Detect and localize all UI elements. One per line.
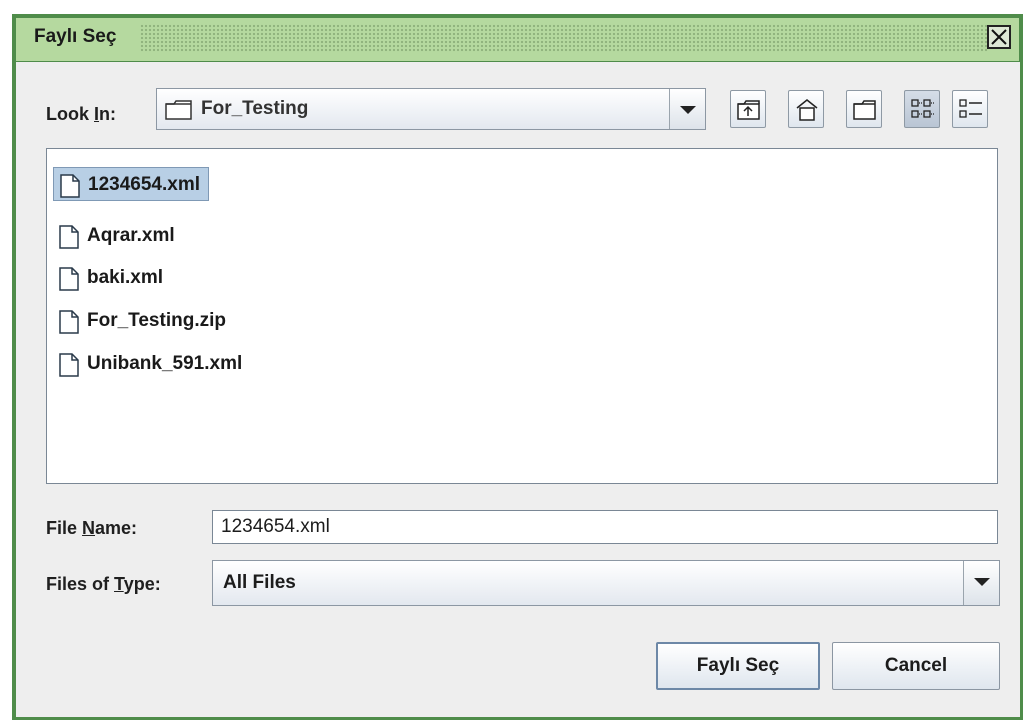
- file-icon: [59, 267, 79, 291]
- file-name-label-suffix: ame:: [95, 518, 138, 538]
- home-icon: [796, 99, 818, 121]
- file-item-unibank-591-xml[interactable]: Unibank_591.xml: [53, 347, 242, 381]
- close-icon[interactable]: [987, 25, 1011, 49]
- file-icon: [59, 310, 79, 334]
- look-in-combo[interactable]: For_Testing: [156, 88, 706, 130]
- folder-icon: [165, 100, 192, 120]
- files-of-type-label-prefix: Files of: [46, 574, 115, 594]
- file-name-text: 1234654.xml: [88, 174, 200, 195]
- cancel-button[interactable]: Cancel: [832, 642, 1000, 690]
- files-of-type-value: All Files: [223, 572, 296, 593]
- file-name-label-mnemonic: N: [82, 518, 96, 538]
- file-item-1234654-xml[interactable]: 1234654.xml: [53, 167, 209, 201]
- file-name-text: Unibank_591.xml: [87, 353, 243, 374]
- home-button[interactable]: [788, 90, 824, 128]
- file-icon: [59, 353, 79, 377]
- up-folder-icon: [737, 100, 760, 120]
- title-bar[interactable]: Faylı Seç: [12, 14, 1023, 62]
- look-in-label-prefix: Look: [46, 104, 94, 124]
- file-list[interactable]: 1234654.xml Aqrar.xml baki.xml For_Testi…: [46, 148, 998, 484]
- files-of-type-dropdown-arrow[interactable]: [963, 561, 999, 605]
- file-name-label-prefix: File: [46, 518, 83, 538]
- file-name-label: File Name:: [46, 518, 137, 539]
- details-view-button[interactable]: [952, 90, 988, 128]
- file-name-input[interactable]: [212, 510, 998, 544]
- file-item-aqrar-xml[interactable]: Aqrar.xml: [53, 219, 175, 253]
- new-folder-button[interactable]: [846, 90, 882, 128]
- file-name-text: For_Testing.zip: [87, 310, 226, 331]
- files-of-type-label-suffix: ype:: [123, 574, 161, 594]
- up-folder-button[interactable]: [730, 90, 766, 128]
- file-icon: [60, 174, 80, 198]
- list-view-button[interactable]: [904, 90, 940, 128]
- files-of-type-label-mnemonic: T: [114, 574, 124, 594]
- files-of-type-combo[interactable]: All Files: [212, 560, 1000, 606]
- file-icon: [59, 225, 79, 249]
- file-name-text: Aqrar.xml: [87, 225, 175, 246]
- look-in-value: For_Testing: [201, 98, 309, 119]
- look-in-label-suffix: n:: [99, 104, 117, 124]
- approve-button[interactable]: Faylı Seç: [656, 642, 820, 690]
- file-name-text: baki.xml: [87, 267, 164, 288]
- list-view-icon: [911, 99, 934, 118]
- file-item-for-testing-zip[interactable]: For_Testing.zip: [53, 304, 226, 338]
- new-folder-icon: [853, 100, 876, 120]
- look-in-dropdown-arrow[interactable]: [669, 89, 705, 129]
- look-in-label: Look In:: [46, 104, 116, 125]
- files-of-type-label: Files of Type:: [46, 574, 161, 595]
- dialog-title: Faylı Seç: [34, 26, 117, 47]
- details-view-icon: [959, 99, 982, 118]
- file-item-baki-xml[interactable]: baki.xml: [53, 261, 163, 295]
- title-bar-pattern: [140, 24, 988, 52]
